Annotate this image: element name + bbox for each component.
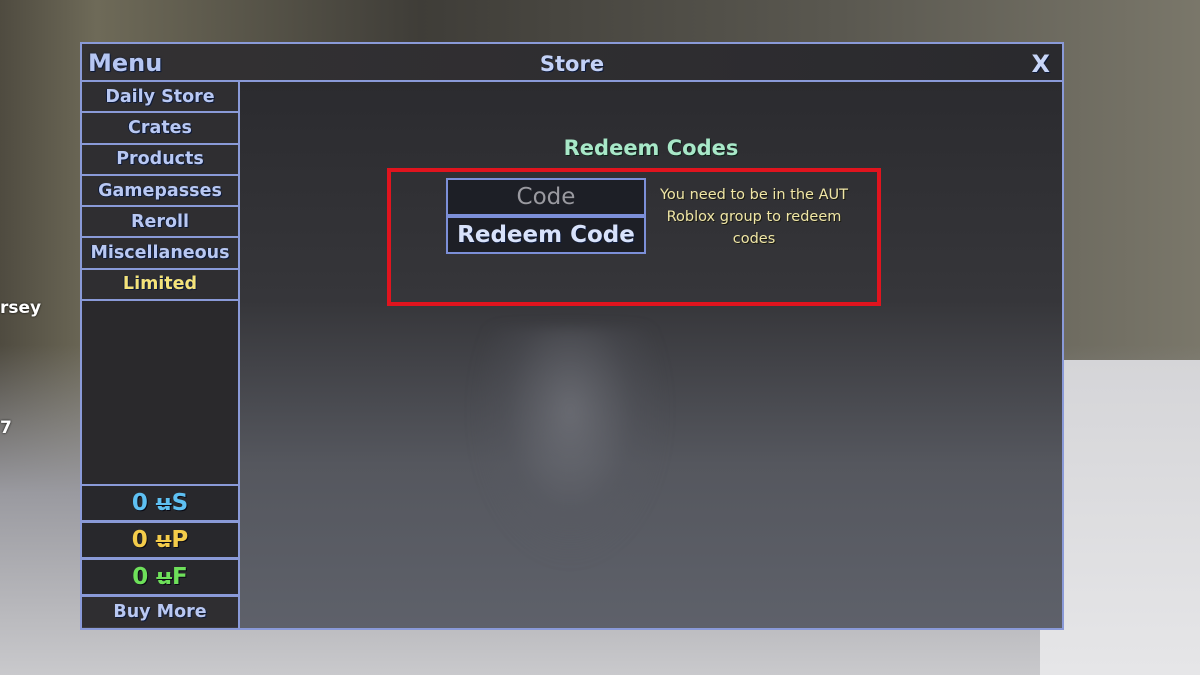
background-wall-light — [1040, 360, 1200, 675]
currency-s-amount: 0 — [131, 490, 148, 517]
currency-f: 0 uF — [82, 560, 238, 598]
sidebar-item-miscellaneous[interactable]: Miscellaneous — [82, 238, 238, 270]
code-input[interactable] — [446, 178, 646, 216]
buy-more-button[interactable]: Buy More — [82, 597, 238, 628]
close-button[interactable]: X — [1031, 50, 1050, 78]
currency-symbol-icon: u — [155, 527, 172, 553]
character-preview — [470, 327, 670, 567]
window-title: Store — [539, 52, 605, 76]
section-title: Redeem Codes — [563, 136, 739, 160]
currency-symbol-icon: u — [156, 564, 172, 590]
sidebar-item-products[interactable]: Products — [82, 144, 238, 176]
group-requirement-notice: You need to be in the AUT Roblox group t… — [660, 187, 848, 247]
currency-symbol-icon: u — [155, 490, 172, 516]
sidebar: Daily Store Crates Products Gamepasses R… — [82, 82, 240, 628]
store-window: Menu Store X Daily Store Crates Products… — [80, 42, 1064, 630]
currency-f-suffix: F — [171, 564, 188, 591]
currency-p: 0 uP — [82, 523, 238, 561]
background-label-2: 7 — [0, 418, 12, 438]
currency-f-amount: 0 — [132, 564, 149, 591]
sidebar-item-reroll[interactable]: Reroll — [82, 207, 238, 239]
sidebar-spacer — [82, 301, 238, 487]
currency-s: 0 uS — [82, 486, 238, 524]
sidebar-item-limited[interactable]: Limited — [82, 269, 238, 302]
sidebar-item-daily-store[interactable]: Daily Store — [82, 82, 238, 114]
title-bar: Menu Store X — [82, 44, 1062, 82]
redeem-code-button[interactable]: Redeem Code — [446, 216, 646, 254]
currency-s-suffix: S — [171, 490, 189, 517]
content-panel: Redeem Codes Redeem Code You need to be … — [240, 82, 1062, 628]
background-label-1: rsey — [0, 298, 42, 318]
sidebar-item-crates[interactable]: Crates — [82, 113, 238, 145]
currency-p-amount: 0 — [131, 527, 148, 554]
sidebar-item-gamepasses[interactable]: Gamepasses — [82, 175, 238, 208]
currency-p-suffix: P — [171, 527, 189, 554]
